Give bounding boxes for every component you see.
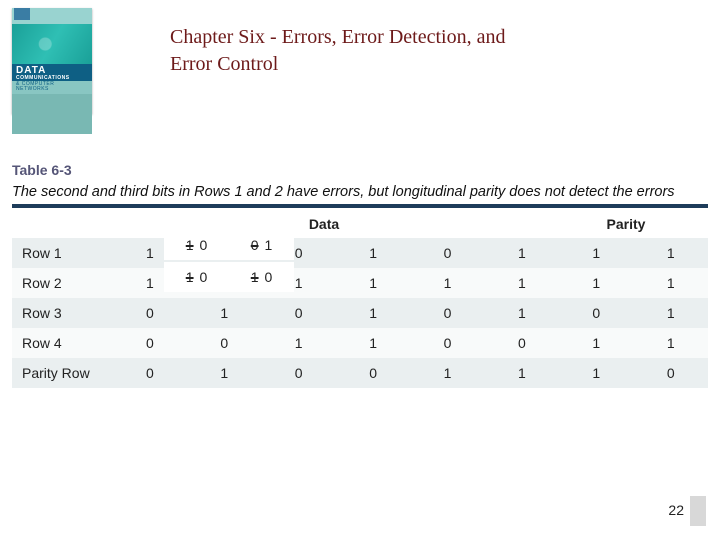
data-cell: 1 [559, 268, 633, 298]
data-cell: 1 [261, 328, 335, 358]
table-row: Row 400110011 [12, 328, 708, 358]
row-label: Parity Row [12, 358, 113, 388]
table-row: Row 211111111 [12, 268, 708, 298]
data-cell: 0 [410, 298, 484, 328]
row-label: Row 2 [12, 268, 113, 298]
table-header-row: Data Parity [12, 208, 708, 238]
table-figure: Table 6-3 The second and third bits in R… [12, 162, 708, 388]
data-cell: 1 [410, 268, 484, 298]
data-cell: 1 [187, 298, 261, 328]
data-cell: 1 [485, 238, 559, 268]
data-cell: 0 [559, 298, 633, 328]
slide: DATA COMMUNICATIONS & COMPUTER NETWORKS … [0, 0, 720, 540]
data-cell: 1 [485, 298, 559, 328]
data-cell: 1 [559, 328, 633, 358]
error-overlay-row1: 1 0 0 1 [164, 230, 294, 260]
data-cell: 0 [485, 328, 559, 358]
data-cell: 0 [410, 238, 484, 268]
data-cell: 0 [113, 358, 187, 388]
parity-cell: 1 [634, 298, 708, 328]
table-row: Row 111010111 [12, 238, 708, 268]
parity-cell: 1 [634, 268, 708, 298]
table-caption: The second and third bits in Rows 1 and … [12, 184, 708, 208]
error-overlay-row2: 1 0 1 0 [164, 262, 294, 292]
row-label: Row 3 [12, 298, 113, 328]
book-cover-thumbnail: DATA COMMUNICATIONS & COMPUTER NETWORKS [12, 8, 92, 114]
data-cell: 1 [336, 328, 410, 358]
data-cell: 1 [336, 238, 410, 268]
parity-cell: 0 [634, 358, 708, 388]
table-label: Table 6-3 [12, 162, 708, 178]
data-cell: 1 [187, 358, 261, 388]
data-cell: 0 [410, 328, 484, 358]
parity-table: Row 111010111Row 211111111Row 301010101R… [12, 238, 708, 388]
data-cell: 0 [187, 328, 261, 358]
data-cell: 0 [113, 328, 187, 358]
data-cell: 0 [261, 358, 335, 388]
table-row: Row 301010101 [12, 298, 708, 328]
page-number: 22 [668, 502, 684, 518]
data-cell: 1 [559, 238, 633, 268]
parity-cell: 1 [634, 328, 708, 358]
table-header-parity: Parity [544, 216, 708, 232]
row-label: Row 1 [12, 238, 113, 268]
data-cell: 0 [261, 298, 335, 328]
chapter-title: Chapter Six - Errors, Error Detection, a… [170, 24, 550, 78]
book-title-line3: & COMPUTER NETWORKS [12, 81, 92, 94]
row-label: Row 4 [12, 328, 113, 358]
table-row: Parity Row01001110 [12, 358, 708, 388]
data-cell: 1 [485, 268, 559, 298]
data-cell: 1 [336, 268, 410, 298]
parity-cell: 1 [634, 238, 708, 268]
data-cell: 1 [336, 298, 410, 328]
data-cell: 1 [485, 358, 559, 388]
data-cell: 1 [410, 358, 484, 388]
data-cell: 1 [559, 358, 633, 388]
data-cell: 0 [113, 298, 187, 328]
data-cell: 0 [336, 358, 410, 388]
page-number-tab [690, 496, 706, 526]
